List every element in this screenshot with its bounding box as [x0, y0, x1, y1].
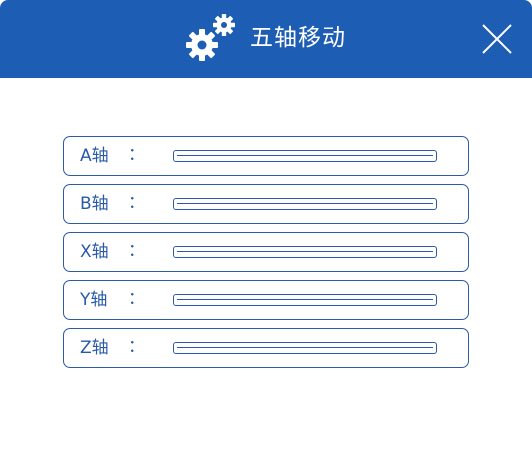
axis-z-input[interactable] — [173, 342, 437, 354]
axis-label: Z轴 — [80, 338, 109, 358]
five-axis-move-dialog: 五轴移动 A轴 ： B轴 ： X轴 ： Y轴 ： Z轴 ： — [0, 0, 532, 469]
input-inner-line — [177, 155, 433, 158]
gears-icon — [186, 14, 235, 61]
axis-colon: ： — [128, 193, 145, 213]
input-inner-line — [177, 299, 433, 302]
axis-colon: ： — [128, 145, 145, 165]
axis-a-input[interactable] — [173, 150, 437, 162]
input-inner-line — [177, 347, 433, 350]
input-inner-line — [177, 203, 433, 206]
axis-colon: ： — [128, 337, 145, 357]
axis-x-input[interactable] — [173, 246, 437, 258]
axis-row-b: B轴 ： — [63, 184, 469, 224]
axis-label: Y轴 — [80, 290, 108, 310]
close-icon[interactable] — [478, 20, 516, 58]
axis-row-x: X轴 ： — [63, 232, 469, 272]
axis-list: A轴 ： B轴 ： X轴 ： Y轴 ： Z轴 ： — [63, 136, 469, 376]
dialog-title: 五轴移动 — [250, 25, 346, 51]
axis-label: A轴 — [80, 146, 109, 166]
input-inner-line — [177, 251, 433, 254]
axis-row-z: Z轴 ： — [63, 328, 469, 368]
axis-y-input[interactable] — [173, 294, 437, 306]
axis-row-y: Y轴 ： — [63, 280, 469, 320]
axis-colon: ： — [128, 241, 145, 261]
axis-label: X轴 — [80, 242, 109, 262]
axis-label: B轴 — [80, 194, 109, 214]
axis-row-a: A轴 ： — [63, 136, 469, 176]
dialog-header: 五轴移动 — [0, 0, 532, 78]
axis-colon: ： — [128, 289, 145, 309]
axis-b-input[interactable] — [173, 198, 437, 210]
